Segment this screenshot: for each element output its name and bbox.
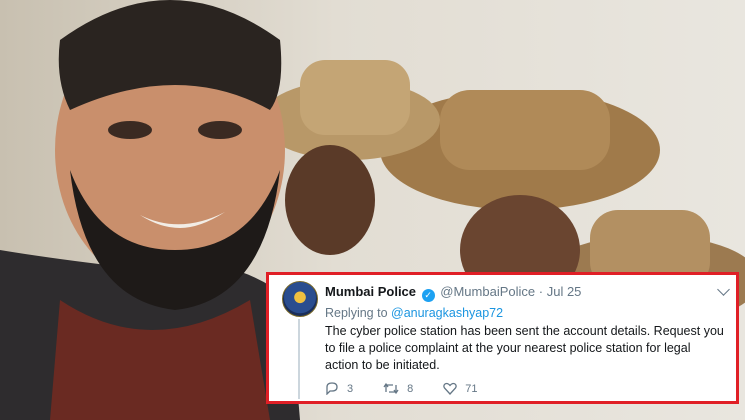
tweet-date[interactable]: Jul 25 <box>547 284 582 299</box>
tweet-actions: 3 8 71 <box>325 382 508 395</box>
tweet-header: Mumbai Police ✓ @MumbaiPolice · Jul 25 <box>325 284 581 302</box>
chevron-down-icon[interactable] <box>717 283 730 296</box>
tweet-card[interactable]: Mumbai Police ✓ @MumbaiPolice · Jul 25 R… <box>266 272 739 404</box>
heart-icon <box>443 382 458 395</box>
reply-icon <box>326 382 338 395</box>
user-handle[interactable]: @MumbaiPolice <box>440 284 535 299</box>
display-name[interactable]: Mumbai Police <box>325 284 416 299</box>
verified-badge-icon: ✓ <box>421 289 435 302</box>
reply-count: 3 <box>347 382 354 395</box>
separator-dot: · <box>538 284 544 299</box>
tweet-body: The cyber police station has been sent t… <box>325 324 724 372</box>
retweet-button[interactable]: 8 <box>383 382 413 395</box>
replying-handle-link[interactable]: @anuragkashyap72 <box>391 306 503 320</box>
replying-to: Replying to @anuragkashyap72 <box>325 306 503 320</box>
like-button[interactable]: 71 <box>443 382 478 395</box>
retweet-count: 8 <box>407 382 414 395</box>
retweet-icon <box>383 382 399 395</box>
replying-prefix: Replying to <box>325 306 392 320</box>
like-count: 71 <box>465 382 478 395</box>
reply-button[interactable]: 3 <box>325 382 353 395</box>
mumbai-police-avatar[interactable] <box>282 281 318 317</box>
thread-line <box>298 319 300 399</box>
